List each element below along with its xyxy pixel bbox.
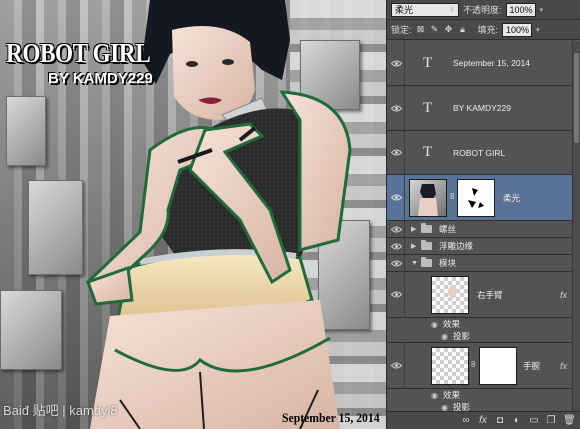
layer-row[interactable]: 右手臂 fx xyxy=(387,272,573,318)
layer-name: 右手臂 xyxy=(477,289,503,300)
delete-layer-icon[interactable]: 🗑︎ xyxy=(563,415,576,426)
layers-panel: 柔光 ⇕ 不透明度: 100% ▾ 锁定: ⊠ ✎ ✥ 🔒︎ 填充: 100% … xyxy=(386,0,580,429)
opacity-value: 100% xyxy=(509,4,533,15)
lock-all-icon[interactable]: 🔒︎ xyxy=(458,24,468,35)
link-icon[interactable]: 8 xyxy=(471,360,475,369)
eye-icon[interactable] xyxy=(389,343,405,388)
layers-bottom-toolbar: ∞ fx ◘ ◐ ▭ ❐ 🗑︎ xyxy=(387,411,580,429)
layer-mask-thumbnail[interactable] xyxy=(457,179,495,217)
effect-eye-icon[interactable]: ◉ xyxy=(441,403,448,412)
lock-label: 锁定: xyxy=(391,25,412,35)
poster-subtitle: BY KAMDY229 xyxy=(48,70,153,87)
fill-label: 填充: xyxy=(477,25,499,35)
layer-thumbnail xyxy=(431,347,469,385)
eye-icon[interactable] xyxy=(389,131,405,174)
layer-name: 手腕 xyxy=(523,360,541,371)
layer-row[interactable]: T September 15, 2014 xyxy=(387,41,573,86)
effect-eye-icon[interactable]: ◉ xyxy=(441,332,448,341)
text-layer-icon: T xyxy=(423,54,433,71)
poster-title: ROBOT GIRL xyxy=(6,38,151,68)
layer-name: September 15, 2014 xyxy=(453,58,531,68)
lock-fill-row: 锁定: ⊠ ✎ ✥ 🔒︎ 填充: 100% ▾ xyxy=(387,20,580,40)
fx-icon[interactable]: fx xyxy=(560,290,567,300)
opacity-slider-arrow-icon[interactable]: ▾ xyxy=(540,6,544,14)
folder-open-icon xyxy=(421,257,432,267)
new-layer-icon[interactable]: ❐ xyxy=(546,415,556,426)
layer-thumbnail xyxy=(431,276,469,314)
layer-name: BY KAMDY229 xyxy=(453,103,511,113)
folder-icon xyxy=(421,223,432,233)
eye-icon[interactable] xyxy=(389,238,405,254)
new-group-icon[interactable]: ▭ xyxy=(529,415,539,426)
blend-mode-select[interactable]: 柔光 ⇕ xyxy=(391,2,459,17)
eye-icon[interactable] xyxy=(389,255,405,271)
effects-label: 效果 xyxy=(443,390,461,400)
layer-row[interactable]: 8 手腕 fx xyxy=(387,343,573,389)
link-icon[interactable]: 8 xyxy=(450,192,454,201)
layer-thumbnail xyxy=(409,179,447,217)
layer-name: 浮雕边缘 xyxy=(439,241,474,251)
opacity-input[interactable]: 100% xyxy=(505,2,536,17)
lock-move-icon[interactable]: ✥ xyxy=(444,24,454,35)
collapse-arrow-icon[interactable]: ▼ xyxy=(411,260,418,267)
fill-value: 100% xyxy=(506,24,530,35)
lock-brush-icon[interactable]: ✎ xyxy=(430,24,440,35)
eye-icon[interactable] xyxy=(389,86,405,130)
blend-opacity-row: 柔光 ⇕ 不透明度: 100% ▾ xyxy=(387,0,580,20)
layer-name: 柔光 xyxy=(503,192,521,203)
effect-eye-icon[interactable]: ◉ xyxy=(431,320,438,329)
effect-name: 投影 xyxy=(453,402,471,411)
fill-input[interactable]: 100% xyxy=(502,22,533,37)
effects-row[interactable]: ◉ 效果 xyxy=(387,389,573,401)
layer-row[interactable]: T BY KAMDY229 xyxy=(387,86,573,131)
eye-icon[interactable] xyxy=(389,221,405,237)
link-layers-icon[interactable]: ∞ xyxy=(461,415,471,426)
eye-icon[interactable] xyxy=(389,272,405,317)
layer-name: ROBOT GIRL xyxy=(453,147,506,158)
blend-mode-value: 柔光 xyxy=(395,5,414,15)
layer-mask-thumbnail[interactable] xyxy=(479,347,517,385)
dropdown-arrow-icon: ⇕ xyxy=(449,6,455,14)
eye-icon[interactable] xyxy=(389,175,405,220)
lock-transparency-icon[interactable]: ⊠ xyxy=(416,24,426,35)
watermark-text: Baiđ 贴吧 | kamdyl8 xyxy=(3,403,118,418)
folder-icon xyxy=(421,240,432,250)
effects-row[interactable]: ◉ 效果 xyxy=(387,318,573,330)
effect-eye-icon[interactable]: ◉ xyxy=(431,391,438,400)
poster-date: September 15, 2014 xyxy=(282,410,380,425)
fx-icon[interactable]: fx xyxy=(560,361,567,371)
layer-row[interactable]: T ROBOT GIRL xyxy=(387,131,573,175)
effect-row[interactable]: ◉ 投影 xyxy=(387,401,573,411)
effect-row[interactable]: ◉ 投影 xyxy=(387,330,573,343)
add-style-icon[interactable]: fx xyxy=(478,415,488,426)
adjustment-layer-icon[interactable]: ◐ xyxy=(512,415,522,426)
layer-name: 模块 xyxy=(439,258,457,268)
layer-group-row[interactable]: ▶ 螺丝 xyxy=(387,221,573,238)
document-canvas[interactable]: ROBOT GIRL BY KAMDY229 Baiđ 贴吧 | kamdyl8… xyxy=(0,0,386,429)
layers-scrollbar[interactable] xyxy=(572,41,580,411)
add-mask-icon[interactable]: ◘ xyxy=(495,415,505,426)
eye-icon[interactable] xyxy=(389,41,405,85)
effects-label: 效果 xyxy=(443,319,461,329)
layer-name: 螺丝 xyxy=(439,224,457,234)
text-layer-icon: T xyxy=(423,144,433,160)
text-layer-icon: T xyxy=(423,99,433,116)
fill-slider-arrow-icon[interactable]: ▾ xyxy=(536,26,540,34)
opacity-label: 不透明度: xyxy=(463,5,502,15)
scrollbar-thumb[interactable] xyxy=(574,53,579,143)
layer-group-row[interactable]: ▼ 模块 xyxy=(387,255,573,272)
layers-list: T September 15, 2014 T BY KAMDY229 T ROB… xyxy=(387,41,573,411)
expand-arrow-icon[interactable]: ▶ xyxy=(411,242,416,250)
expand-arrow-icon[interactable]: ▶ xyxy=(411,225,416,233)
layer-group-row[interactable]: ▶ 浮雕边缘 xyxy=(387,238,573,255)
effect-name: 投影 xyxy=(453,331,471,341)
layer-row-selected[interactable]: 8 柔光 xyxy=(387,175,573,221)
